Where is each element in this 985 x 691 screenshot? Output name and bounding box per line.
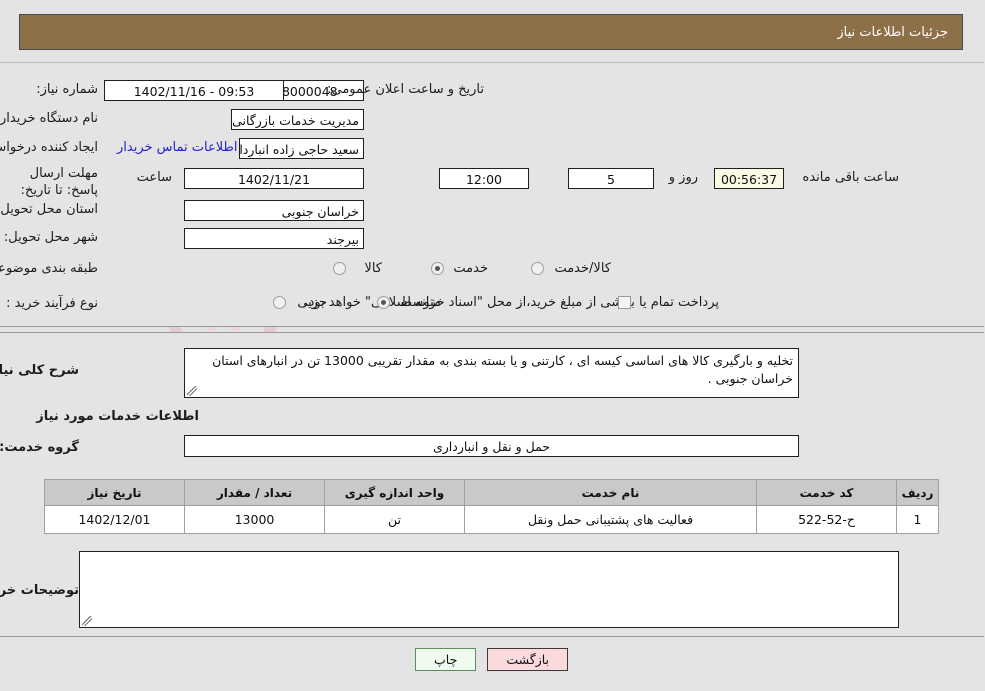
th-need-date: تاریخ نیاز <box>45 479 186 506</box>
services-section-title: اطلاعات خدمات مورد نیاز <box>37 409 200 424</box>
radio-category-kala-khedmat[interactable] <box>532 262 545 275</box>
deadline-time-value: 12:00 <box>440 168 530 189</box>
table-row: 1 ح-52-522 فعالیت های پشتیبانی حمل ونقل … <box>45 505 940 534</box>
radio-label-category-0: کالا <box>365 261 383 276</box>
label-delivery-province: استان محل تحویل: <box>0 202 99 217</box>
label-service-group: گروه خدمت: <box>0 440 80 455</box>
label-request-creator: ایجاد کننده درخواست: <box>0 140 99 155</box>
label-announce-datetime: تاریخ و ساعت اعلان عمومی: <box>328 82 485 97</box>
label-buyer-notes: توضیحات خریدار: <box>0 583 80 598</box>
checkbox-islamic-treasury-bonds[interactable] <box>619 296 632 309</box>
radio-label-category-2: کالا/خدمت <box>555 261 612 276</box>
cell-need-date: 1402/12/01 <box>45 505 186 534</box>
cell-measure-unit: تن <box>325 505 466 534</box>
cell-service-code: ح-52-522 <box>757 505 898 534</box>
label-time-remaining-suffix: ساعت باقی مانده <box>803 170 900 185</box>
label-need-number: شماره نیاز: <box>37 82 99 97</box>
label-days-word: روز و <box>669 170 699 185</box>
th-service-code: کد خدمت <box>757 479 898 506</box>
buyer-org-value: مدیریت خدمات بازرگانی دولتی استان خراسان… <box>232 109 365 130</box>
days-left-value: 5 <box>569 168 655 189</box>
table-header-row: ردیف کد خدمت نام خدمت واحد اندازه گیری ت… <box>45 479 940 506</box>
back-button[interactable]: بازگشت <box>488 648 570 671</box>
th-quantity: تعداد / مقدار <box>185 479 326 506</box>
label-response-deadline: مهلت ارسال پاسخ: تا تاریخ: <box>21 166 99 198</box>
label-purchase-process: نوع فرآیند خرید : <box>7 296 99 311</box>
th-measure-unit: واحد اندازه گیری <box>325 479 466 506</box>
action-button-row: بازگشت چاپ <box>0 648 985 671</box>
services-table: ردیف کد خدمت نام خدمت واحد اندازه گیری ت… <box>45 479 940 534</box>
page-root: AriaTender.net جزئیات اطلاعات نیاز شماره… <box>0 0 985 691</box>
delivery-province-value: خراسان جنوبی <box>185 200 365 221</box>
label-subject-category: طبقه بندی موضوعی: <box>0 261 99 276</box>
radio-category-kala[interactable] <box>334 262 347 275</box>
need-info-panel <box>0 62 985 327</box>
page-title: جزئیات اطلاعات نیاز <box>838 24 949 40</box>
cell-service-name: فعالیت های پشتیبانی حمل ونقل <box>465 505 758 534</box>
announce-datetime-value: 09:53 - 1402/11/16 <box>105 80 285 101</box>
buyer-contact-link[interactable]: اطلاعات تماس خریدار <box>118 140 238 155</box>
deadline-date-value: 1402/11/21 <box>185 168 365 189</box>
service-group-value: حمل و نقل و انبارداری <box>185 435 800 457</box>
label-buyer-org: نام دستگاه خریدار: <box>0 111 99 126</box>
delivery-city-value: بیرجند <box>185 228 365 249</box>
time-remaining-value: 00:56:37 <box>715 168 785 189</box>
label-delivery-city: شهر محل تحویل: <box>4 230 99 245</box>
th-row-number: ردیف <box>897 479 940 506</box>
page-title-bar: جزئیات اطلاعات نیاز <box>20 14 964 50</box>
label-hour: ساعت <box>137 170 173 185</box>
radio-label-category-1: خدمت <box>454 261 489 276</box>
cell-quantity: 13000 <box>185 505 326 534</box>
general-description-textarea[interactable]: تخلیه و بارگیری کالا های اساسی کیسه ای ،… <box>185 348 800 398</box>
request-creator-value: سعید حاجی زاده انباردار مدیریت خدمات باز… <box>240 138 365 159</box>
th-service-name: نام خدمت <box>465 479 758 506</box>
buyer-notes-textarea[interactable] <box>80 551 900 628</box>
radio-category-khedmat[interactable] <box>432 262 445 275</box>
radio-process-jozii[interactable] <box>274 296 287 309</box>
cell-row-number: 1 <box>897 505 940 534</box>
radio-process-motevaset[interactable] <box>378 296 391 309</box>
print-button[interactable]: چاپ <box>416 648 478 671</box>
label-general-description: شرح کلی نیاز: <box>0 363 80 378</box>
